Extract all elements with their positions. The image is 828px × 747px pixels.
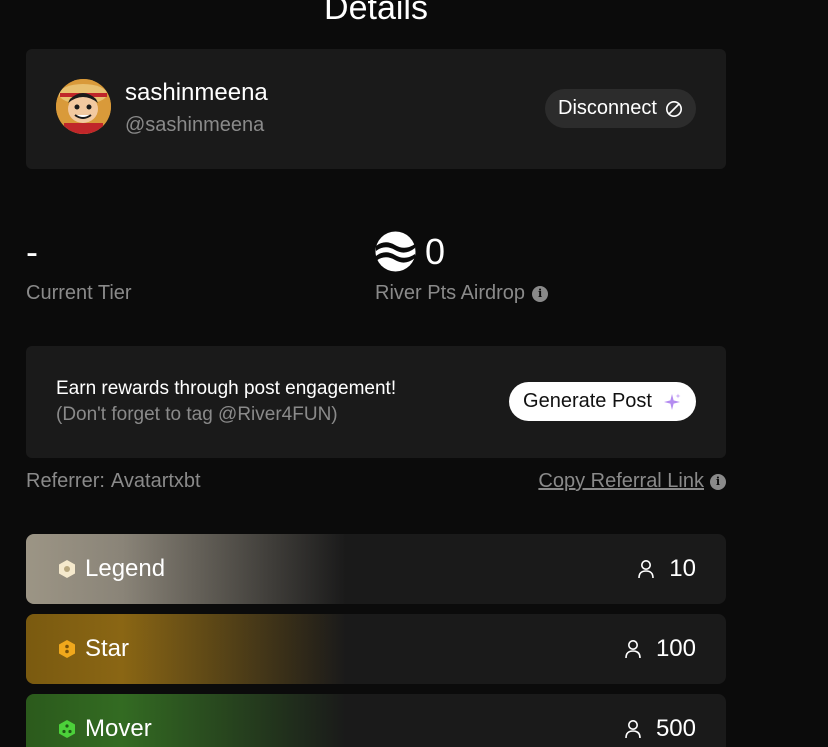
referrer-label: Referrer: — [26, 470, 105, 492]
tier-row-mover[interactable]: Mover 500 — [26, 694, 726, 747]
user-handle: @sashinmeena — [125, 114, 265, 136]
current-tier-label-text: Current Tier — [26, 282, 132, 304]
disconnect-button[interactable]: Disconnect — [545, 89, 696, 128]
referrer-info: Referrer: Avatartxbt — [26, 470, 201, 493]
avatar — [56, 79, 111, 134]
current-tier-value: - — [26, 231, 38, 272]
river-points-value: 0 — [425, 231, 446, 272]
hexagon-badge-icon — [59, 560, 75, 578]
referrer-name: Avatartxbt — [110, 470, 201, 492]
user-icon — [625, 640, 641, 659]
info-icon[interactable]: i — [710, 473, 726, 490]
generate-post-button[interactable]: Generate Post — [509, 382, 696, 421]
profile-card: sashinmeena @sashinmeena Disconnect — [26, 49, 726, 169]
tier-member-count: 10 — [669, 555, 696, 582]
tier-member-count: 500 — [655, 715, 696, 742]
tier-name-label: Legend — [85, 555, 166, 582]
tier-row-legend[interactable]: Legend 10 — [26, 534, 726, 604]
info-icon[interactable]: i — [532, 285, 549, 302]
tag-reminder-text: (Don't forget to tag @River4FUN) — [56, 404, 338, 425]
hexagon-badge-icon — [59, 640, 75, 658]
copy-referral-link-button[interactable]: Copy Referral Link — [538, 470, 704, 493]
details-page: Details sashinmeena @sashinmeena Disconn… — [0, 0, 828, 747]
disconnect-icon — [665, 100, 682, 117]
generate-post-label: Generate Post — [523, 390, 652, 412]
tier-member-count: 100 — [655, 635, 696, 662]
disconnect-label: Disconnect — [558, 97, 657, 119]
username: sashinmeena — [125, 79, 268, 106]
earn-rewards-card: Earn rewards through post engagement! (D… — [26, 346, 726, 458]
page-title: Details — [324, 0, 428, 27]
tier-name-label: Mover — [85, 715, 152, 742]
current-tier-label: Current Tier — [26, 282, 132, 305]
river-points-label: River Pts Airdrop i — [375, 282, 549, 305]
anime-character-avatar-icon — [56, 79, 111, 134]
tier-row-star[interactable]: Star 100 — [26, 614, 726, 684]
earn-rewards-text: Earn rewards through post engagement! — [56, 378, 397, 399]
hexagon-badge-icon — [59, 720, 75, 738]
river-points-label-text: River Pts Airdrop — [375, 282, 526, 304]
user-icon — [638, 560, 655, 579]
tier-name-label: Star — [85, 635, 130, 662]
user-icon — [625, 720, 641, 739]
copy-referral-link: Copy Referral Link i — [538, 470, 726, 493]
sparkle-icon — [663, 393, 681, 410]
river-logo-icon — [375, 231, 416, 272]
